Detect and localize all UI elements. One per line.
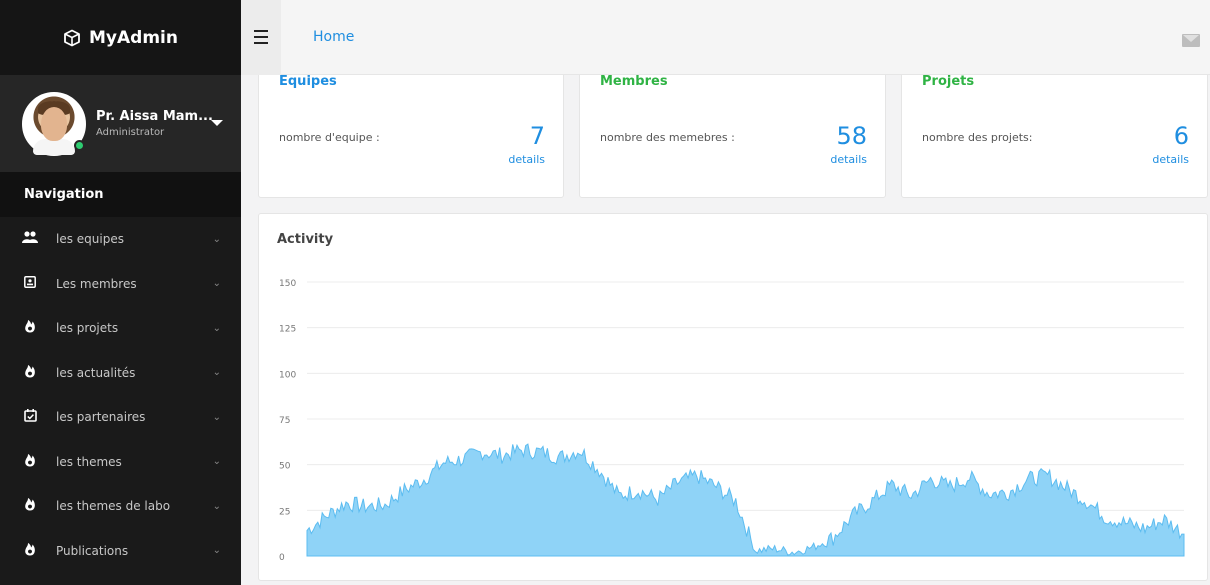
stat-title: Equipes bbox=[279, 74, 337, 89]
online-status-dot bbox=[74, 139, 85, 151]
y-tick-label: 25 bbox=[279, 507, 290, 517]
topbar: Home bbox=[241, 0, 1210, 75]
flame-icon bbox=[22, 453, 38, 471]
flame-icon bbox=[22, 364, 38, 382]
sidebar-item-label: Les membres bbox=[56, 276, 137, 291]
sidebar-item-equipes[interactable]: les equipes ⌄ bbox=[0, 217, 241, 262]
activity-chart: 0 25 50 75 100 125 150 bbox=[279, 279, 1185, 563]
sidebar-item-label: les partenaires bbox=[56, 410, 146, 425]
breadcrumb[interactable]: Home bbox=[313, 29, 354, 45]
chevron-down-icon: ⌄ bbox=[212, 456, 221, 468]
flame-icon bbox=[22, 319, 38, 337]
admin-dashboard: MyAdmin Pr. Aissa Mam... Administrator N… bbox=[0, 0, 1210, 585]
chevron-down-icon: ⌄ bbox=[212, 411, 221, 423]
y-tick-label: 125 bbox=[279, 325, 296, 335]
y-tick-label: 150 bbox=[279, 279, 296, 289]
mail-icon[interactable] bbox=[1182, 34, 1200, 47]
chevron-down-icon: ⌄ bbox=[212, 278, 221, 290]
stat-label: nombre des memebres : bbox=[600, 131, 735, 144]
user-profile[interactable]: Pr. Aissa Mam... Administrator bbox=[0, 75, 241, 172]
chevron-down-icon: ⌄ bbox=[212, 233, 221, 245]
sidebar-nav: les equipes ⌄ Les membres ⌄ les projets … bbox=[0, 217, 241, 573]
y-tick-label: 75 bbox=[279, 416, 290, 426]
y-tick-label: 100 bbox=[279, 370, 296, 380]
chevron-down-icon: ⌄ bbox=[212, 500, 221, 512]
details-link[interactable]: details bbox=[1152, 153, 1189, 166]
caret-down-icon[interactable] bbox=[211, 120, 223, 126]
hamburger-icon bbox=[254, 28, 268, 46]
sidebar-item-projets[interactable]: les projets ⌄ bbox=[0, 306, 241, 351]
profile-text: Pr. Aissa Mam... Administrator bbox=[96, 109, 213, 138]
flame-icon bbox=[22, 497, 38, 515]
sidebar-item-actualites[interactable]: les actualités ⌄ bbox=[0, 351, 241, 396]
sidebar-item-publications[interactable]: Publications ⌄ bbox=[0, 529, 241, 574]
sidebar-item-label: les themes bbox=[56, 454, 122, 469]
chevron-down-icon: ⌄ bbox=[212, 322, 221, 334]
activity-area-series bbox=[306, 443, 1185, 557]
cube-icon bbox=[64, 29, 80, 46]
y-tick-label: 50 bbox=[279, 462, 291, 472]
calendar-check-icon bbox=[22, 408, 38, 426]
details-link[interactable]: details bbox=[508, 153, 545, 166]
stat-value: 7 bbox=[529, 122, 545, 150]
y-tick-label: 0 bbox=[279, 553, 285, 563]
sidebar-item-membres[interactable]: Les membres ⌄ bbox=[0, 262, 241, 307]
flame-icon bbox=[22, 542, 38, 560]
profile-name: Pr. Aissa Mam... bbox=[96, 109, 213, 124]
chevron-down-icon: ⌄ bbox=[212, 545, 221, 557]
stat-title: Membres bbox=[600, 74, 668, 89]
nav-title: Navigation bbox=[0, 172, 241, 217]
stat-label: nombre des projets: bbox=[922, 131, 1033, 144]
details-link[interactable]: details bbox=[830, 153, 867, 166]
sidebar-item-themes[interactable]: les themes ⌄ bbox=[0, 440, 241, 485]
sidebar-item-label: les projets bbox=[56, 321, 119, 336]
sidebar-item-label: Publications bbox=[56, 543, 129, 558]
sidebar: MyAdmin Pr. Aissa Mam... Administrator N… bbox=[0, 0, 241, 585]
stat-card-projets: Projets nombre des projets: 6 details bbox=[901, 55, 1208, 198]
avatar bbox=[22, 91, 86, 156]
brand-name: MyAdmin bbox=[89, 27, 178, 48]
sidebar-item-themes-de-labo[interactable]: les themes de labo ⌄ bbox=[0, 484, 241, 529]
id-card-icon bbox=[22, 275, 38, 292]
stat-label: nombre d'equipe : bbox=[279, 131, 380, 144]
stat-value: 6 bbox=[1173, 122, 1189, 150]
chevron-down-icon: ⌄ bbox=[212, 367, 221, 379]
stat-card-membres: Membres nombre des memebres : 58 details bbox=[579, 55, 886, 198]
sidebar-item-label: les themes de labo bbox=[56, 499, 171, 514]
menu-toggle-button[interactable] bbox=[241, 0, 281, 75]
sidebar-item-label: les equipes bbox=[56, 232, 124, 247]
stat-card-equipes: Equipes nombre d'equipe : 7 details bbox=[258, 55, 564, 198]
brand[interactable]: MyAdmin bbox=[0, 0, 241, 75]
stat-value: 58 bbox=[836, 122, 867, 150]
users-icon bbox=[22, 231, 38, 247]
sidebar-item-partenaires[interactable]: les partenaires ⌄ bbox=[0, 395, 241, 440]
sidebar-item-label: les actualités bbox=[56, 365, 136, 380]
profile-role: Administrator bbox=[96, 127, 165, 138]
stat-title: Projets bbox=[922, 74, 975, 89]
activity-card: Activity 0 25 50 75 100 125 150 bbox=[258, 213, 1208, 581]
